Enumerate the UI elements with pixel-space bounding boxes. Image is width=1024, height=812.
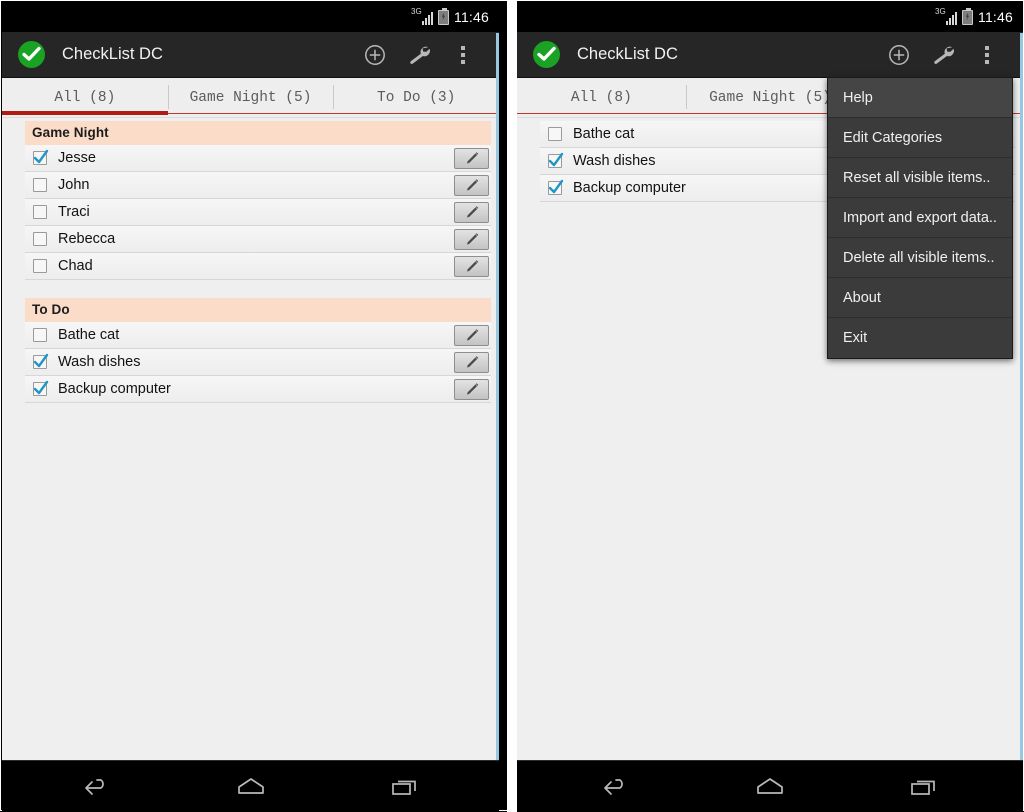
edit-item-button[interactable]: [454, 174, 489, 196]
nav-home-button[interactable]: [224, 766, 278, 806]
tab-game-night-label: Game Night (5): [709, 90, 831, 106]
list-item-label: Chad: [58, 258, 93, 274]
list-item-label: John: [58, 177, 90, 193]
tab-all[interactable]: All (8): [2, 78, 168, 118]
list-item[interactable]: Bathe cat: [25, 322, 491, 349]
edit-item-button[interactable]: [454, 228, 489, 250]
checkbox-unchecked-icon[interactable]: [33, 178, 47, 192]
add-item-button[interactable]: [877, 33, 921, 77]
network-type-label: 3G: [935, 7, 946, 16]
checkbox-unchecked-icon[interactable]: [33, 328, 47, 342]
settings-wrench-button[interactable]: [397, 33, 441, 77]
edit-item-button[interactable]: [454, 255, 489, 277]
tab-indicator: [333, 113, 499, 114]
green-check-circle-icon: [18, 41, 45, 68]
menu-item-exit[interactable]: Exit: [828, 318, 1012, 358]
status-clock: 11:46: [978, 9, 1013, 25]
nav-recents-button[interactable]: [378, 766, 432, 806]
status-bar: 3G 11:46: [517, 2, 1023, 32]
green-check-circle-icon: [533, 41, 560, 68]
nav-home-button[interactable]: [743, 766, 797, 806]
list-item[interactable]: Jesse: [25, 145, 491, 172]
status-bar: 3G 11:46: [2, 2, 499, 32]
checkbox-checked-icon[interactable]: [548, 179, 564, 195]
tab-all[interactable]: All (8): [517, 78, 686, 118]
checkbox-unchecked-icon[interactable]: [33, 205, 47, 219]
app-title: CheckList DC: [62, 45, 163, 63]
battery-charging-icon: [438, 7, 449, 25]
list-item[interactable]: Traci: [25, 199, 491, 226]
status-clock: 11:46: [454, 9, 489, 25]
edit-item-button[interactable]: [454, 351, 489, 373]
list-item[interactable]: Rebecca: [25, 226, 491, 253]
list-item[interactable]: Chad: [25, 253, 491, 280]
scrollbar-track[interactable]: [496, 33, 499, 760]
category-header-to-do: To Do: [25, 298, 491, 322]
edit-item-button[interactable]: [454, 147, 489, 169]
menu-item-edit-categories[interactable]: Edit Categories: [828, 118, 1012, 158]
system-nav-bar: [2, 760, 499, 811]
edit-item-button[interactable]: [454, 201, 489, 223]
screenshot-root: 3G 11:46 CheckList DC All (8) Game Night…: [0, 0, 1024, 812]
device-panel-right: 3G 11:46 CheckList DC All (8) Game Night…: [517, 2, 1023, 811]
checkbox-checked-icon[interactable]: [33, 380, 49, 396]
checkbox-checked-icon[interactable]: [548, 152, 564, 168]
system-nav-bar: [517, 760, 1023, 811]
tab-bar: All (8) Game Night (5) To Do (3): [2, 78, 499, 118]
edit-item-button[interactable]: [454, 324, 489, 346]
nav-recents-button[interactable]: [897, 766, 951, 806]
tab-all-label: All (8): [54, 90, 116, 106]
network-type-label: 3G: [411, 7, 422, 16]
settings-wrench-button[interactable]: [921, 33, 965, 77]
action-bar: CheckList DC: [517, 32, 1023, 78]
overflow-menu-button[interactable]: [441, 33, 485, 77]
tab-indicator: [167, 113, 334, 114]
menu-item-import-and-export-data[interactable]: Import and export data..: [828, 198, 1012, 238]
checklist-area: Game Night Jesse John Traci Rebecca Chad…: [2, 118, 499, 760]
menu-item-help[interactable]: Help: [828, 78, 1012, 118]
list-item-label: Bathe cat: [58, 327, 120, 343]
list-item-label: Traci: [58, 204, 90, 220]
checkbox-unchecked-icon[interactable]: [548, 127, 562, 141]
signal-bars-icon: 3G: [411, 8, 433, 26]
edit-item-button[interactable]: [454, 378, 489, 400]
tab-active-indicator: [2, 111, 168, 115]
add-item-button[interactable]: [353, 33, 397, 77]
scrollbar-track[interactable]: [1020, 33, 1023, 760]
checkbox-checked-icon[interactable]: [33, 353, 49, 369]
menu-item-reset-all-visible-items[interactable]: Reset all visible items..: [828, 158, 1012, 198]
list-item[interactable]: Backup computer: [25, 376, 491, 403]
category-header-game-night: Game Night: [25, 121, 491, 145]
list-item[interactable]: Wash dishes: [25, 349, 491, 376]
battery-charging-icon: [962, 7, 973, 25]
overflow-menu-button[interactable]: [965, 33, 1009, 77]
tab-to-do[interactable]: To Do (3): [333, 78, 499, 118]
nav-back-button[interactable]: [589, 766, 643, 806]
signal-bars-icon: 3G: [935, 8, 957, 26]
checkbox-checked-icon[interactable]: [33, 149, 49, 165]
checkbox-unchecked-icon[interactable]: [33, 259, 47, 273]
action-bar: CheckList DC: [2, 32, 499, 78]
list-item-label: Wash dishes: [58, 354, 141, 370]
device-panel-left: 3G 11:46 CheckList DC All (8) Game Night…: [2, 2, 499, 811]
list-item[interactable]: John: [25, 172, 491, 199]
tab-to-do-label: To Do (3): [377, 90, 456, 106]
list-item-label: Rebecca: [58, 231, 116, 247]
menu-item-about[interactable]: About: [828, 278, 1012, 318]
panel-separator: [507, 1, 517, 812]
list-item-label: Backup computer: [58, 381, 171, 397]
tab-all-label: All (8): [570, 90, 632, 106]
app-title: CheckList DC: [577, 45, 678, 63]
tab-game-night[interactable]: Game Night (5): [167, 78, 334, 118]
checkbox-unchecked-icon[interactable]: [33, 232, 47, 246]
tab-game-night-label: Game Night (5): [189, 90, 312, 106]
three-dots-icon: [985, 45, 989, 64]
list-item-label: Jesse: [58, 150, 96, 166]
nav-back-button[interactable]: [70, 766, 124, 806]
overflow-dropdown-menu: Help Edit Categories Reset all visible i…: [827, 77, 1013, 359]
tab-indicator: [517, 113, 686, 114]
three-dots-icon: [461, 45, 465, 64]
menu-item-delete-all-visible-items[interactable]: Delete all visible items..: [828, 238, 1012, 278]
